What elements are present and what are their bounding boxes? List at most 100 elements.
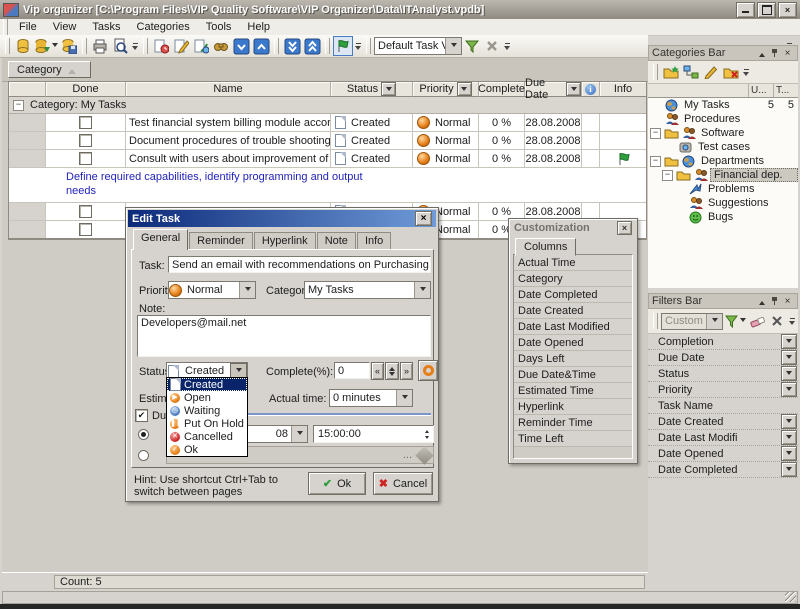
maximize-button[interactable] — [757, 2, 776, 18]
priority-cell[interactable]: Normal — [413, 114, 479, 131]
filter-preset-combo[interactable]: Custom — [661, 313, 723, 330]
tree-item-suggestions[interactable]: Suggestions — [648, 196, 798, 210]
open-database-button[interactable] — [33, 36, 59, 56]
tree-item-bugs[interactable]: Bugs — [648, 210, 798, 224]
move-top-button[interactable] — [302, 36, 322, 56]
status-cell[interactable]: Created — [331, 132, 413, 149]
filter-row-date-last-modified[interactable]: Date Last Modifi — [648, 430, 798, 446]
complete-cell[interactable]: 0 % — [479, 132, 525, 149]
done-cell[interactable] — [46, 132, 126, 149]
move-bottom-button[interactable] — [282, 36, 302, 56]
tree-item-software[interactable]: − Software — [648, 126, 798, 140]
header-info[interactable]: Info — [600, 82, 646, 97]
due-date-cell[interactable]: 28.08.2008 — [525, 114, 582, 131]
header-complete[interactable]: Complete — [479, 82, 525, 97]
name-cell[interactable]: Test financial system billing module acc… — [126, 114, 331, 131]
priority-dropdown-icon[interactable] — [239, 282, 255, 298]
due-time-input[interactable]: 15:00:00 — [313, 425, 434, 443]
filter-row-date-opened[interactable]: Date Opened — [648, 446, 798, 462]
status-option-cancelled[interactable]: ✕ Cancelled — [167, 430, 247, 443]
task-row[interactable]: Consult with users about improvement of … — [9, 150, 646, 168]
collapse-icon[interactable]: − — [650, 128, 661, 139]
status-cell[interactable]: Created — [331, 150, 413, 167]
header-status[interactable]: Status — [331, 82, 413, 97]
done-checkbox[interactable] — [79, 223, 92, 236]
print-preview-button[interactable] — [110, 36, 130, 56]
customization-close-button[interactable]: × — [617, 221, 632, 235]
due-date-cell[interactable]: 28.08.2008 — [525, 150, 582, 167]
priority-cell[interactable]: Normal — [413, 132, 479, 149]
category-dropdown-icon[interactable] — [414, 282, 430, 298]
menu-tools[interactable]: Tools — [198, 20, 240, 34]
actual-time-dropdown-icon[interactable] — [396, 390, 412, 406]
status-option-waiting[interactable]: ◷ Waiting — [167, 404, 247, 417]
complete-min-button[interactable]: « — [371, 362, 384, 380]
column-item[interactable]: Hyperlink — [514, 399, 632, 415]
filter-dropdown-button[interactable] — [781, 350, 797, 365]
category-combo[interactable]: My Tasks — [304, 281, 431, 299]
due-date-cell[interactable]: 28.08.2008 — [525, 132, 582, 149]
header-done[interactable]: Done — [46, 82, 126, 97]
resize-grip[interactable] — [785, 592, 796, 602]
task-row[interactable]: Test financial system billing module acc… — [9, 114, 646, 132]
filter-row-priority[interactable]: Priority — [648, 382, 798, 398]
complete-cell[interactable]: 0 % — [479, 114, 525, 131]
complete-input[interactable]: 0 — [334, 362, 370, 379]
print-button[interactable] — [90, 36, 110, 56]
filter-dropdown-button[interactable] — [781, 366, 797, 381]
filter-row-date-completed[interactable]: Date Completed — [648, 462, 798, 478]
done-cell[interactable] — [46, 114, 126, 131]
status-filter-button[interactable] — [381, 82, 396, 96]
task-name-input[interactable]: Send an email with recommendations on Pu… — [168, 256, 431, 273]
filter-row-due-date[interactable]: Due Date — [648, 350, 798, 366]
new-subcategory-button[interactable] — [681, 62, 701, 82]
filter-dropdown-button[interactable] — [781, 382, 797, 397]
collapse-icon[interactable]: − — [662, 170, 673, 181]
header-due-date[interactable]: Due Date — [525, 82, 582, 97]
filter-row-completion[interactable]: Completion — [648, 334, 798, 350]
tree-item-procedures[interactable]: Procedures — [648, 112, 798, 126]
menu-view[interactable]: View — [45, 20, 85, 34]
apply-view-filter-button[interactable] — [462, 36, 482, 56]
column-item[interactable]: Date Created — [514, 303, 632, 319]
move-up-button[interactable] — [251, 36, 271, 56]
status-option-created[interactable]: Created — [167, 378, 247, 391]
edit-task-button[interactable] — [171, 36, 191, 56]
tree-item-test-cases[interactable]: Test cases — [648, 140, 798, 154]
new-database-button[interactable] — [13, 36, 33, 56]
delete-filter-button[interactable] — [767, 311, 787, 331]
tab-general[interactable]: General — [133, 229, 188, 250]
column-item[interactable]: Date Last Modified — [514, 319, 632, 335]
categories-close-button[interactable]: × — [781, 47, 794, 59]
due-date-dropdown-icon[interactable] — [291, 426, 307, 442]
tab-hyperlink[interactable]: Hyperlink — [254, 232, 316, 250]
toolbar-overflow-2[interactable] — [353, 37, 363, 55]
find-task-button[interactable] — [211, 36, 231, 56]
status-cell[interactable]: Created — [331, 114, 413, 131]
done-checkbox[interactable] — [79, 116, 92, 129]
tree-item-problems[interactable]: Problems — [648, 182, 798, 196]
timer-button[interactable] — [418, 360, 438, 381]
filter-preset-dropdown-icon[interactable] — [706, 314, 722, 329]
priority-filter-button[interactable] — [457, 82, 472, 96]
complete-spinner[interactable] — [385, 362, 399, 380]
status-option-ok[interactable]: ✓ Ok — [167, 443, 247, 456]
filter-dropdown-button[interactable] — [781, 430, 797, 445]
show-notes-flag-button[interactable] — [333, 36, 353, 56]
edit-category-button[interactable] — [701, 62, 721, 82]
categories-pin-button[interactable] — [768, 47, 781, 59]
clear-filter-button[interactable] — [747, 311, 767, 331]
menu-help[interactable]: Help — [239, 20, 278, 34]
new-category-button[interactable] — [661, 62, 681, 82]
dialog-close-button[interactable]: × — [415, 211, 432, 226]
cancel-button[interactable]: ✖ Cancel — [373, 472, 433, 495]
due-reminder-radio[interactable] — [138, 450, 149, 461]
column-item[interactable]: Category — [514, 271, 632, 287]
header-note-indicator[interactable]: i — [582, 82, 600, 97]
task-row[interactable]: Document procedures of trouble shooting … — [9, 132, 646, 150]
uncompleted-column-header[interactable]: U... — [748, 84, 773, 97]
complete-max-button[interactable]: » — [400, 362, 413, 380]
column-item[interactable]: Actual Time — [514, 255, 632, 271]
move-down-button[interactable] — [231, 36, 251, 56]
filter-dropdown-button[interactable] — [781, 462, 797, 477]
